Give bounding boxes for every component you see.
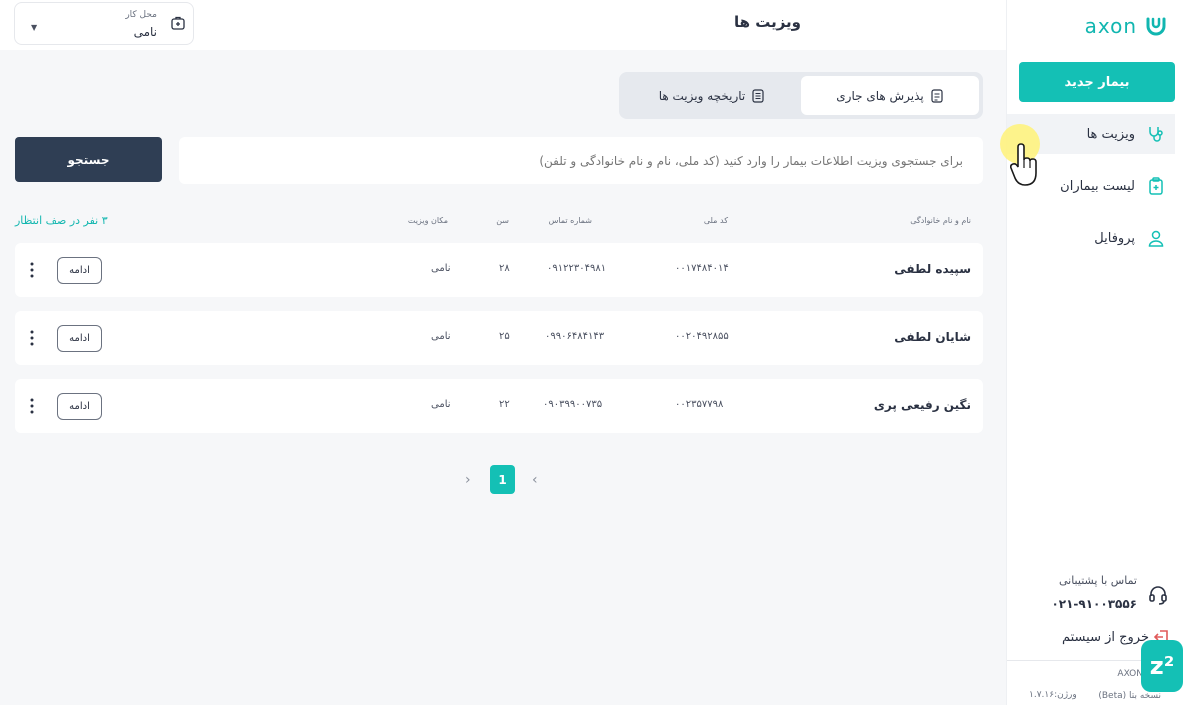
medical-bag-icon — [171, 16, 185, 30]
visit-tabs: پذیرش های جاری تاریخچه ویزیت ها — [619, 72, 983, 119]
list-icon — [752, 88, 764, 103]
page-title: ویزیت ها — [733, 13, 801, 31]
tab-label: پذیرش های جاری — [836, 88, 924, 103]
top-header: ▼ محل کار نامی ویزیت ها — [0, 0, 1006, 50]
national-id: ۰۰۱۷۴۸۴۰۱۴ — [675, 263, 729, 274]
table-row: سپیده لطفی ۰۰۱۷۴۸۴۰۱۴ ۰۹۱۲۲۳۰۴۹۸۱ ۲۸ نام… — [15, 243, 983, 297]
column-header-phone: شماره تماس — [548, 216, 592, 225]
logo-mark-icon — [1146, 17, 1166, 36]
queue-count: ۳ نفر در صف انتظار — [15, 214, 108, 227]
table-row: شایان لطفی ۰۰۲۰۴۹۲۸۵۵ ۰۹۹۰۶۴۸۴۱۴۳ ۲۵ نام… — [15, 311, 983, 365]
workplace-label: محل کار — [125, 10, 157, 20]
more-options-icon[interactable] — [28, 397, 36, 415]
sidebar-item-label: لیست بیماران — [1060, 178, 1135, 194]
visit-location: نامی — [431, 263, 451, 274]
phone-number: ۰۹۹۰۶۴۸۴۱۴۳ — [545, 331, 605, 342]
continue-button[interactable]: ادامه — [57, 325, 102, 352]
age: ۲۸ — [499, 263, 510, 274]
national-id: ۰۰۲۰۴۹۲۸۵۵ — [675, 331, 729, 342]
clipboard-icon — [1149, 177, 1163, 195]
caret-down-icon: ▼ — [31, 23, 38, 32]
table-row: نگین رفیعی پری ۰۰۲۳۵۷۷۹۸ ۰۹۰۳۹۹۰۰۷۳۵ ۲۲ … — [15, 379, 983, 433]
more-options-icon[interactable] — [28, 329, 36, 347]
footer-beta: نسخه بتا (Beta) — [1098, 691, 1161, 701]
next-page-icon[interactable]: › — [465, 472, 471, 488]
national-id: ۰۰۲۳۵۷۷۹۸ — [675, 399, 724, 410]
page-number-current[interactable]: 1 — [490, 465, 515, 494]
sidebar: axon بیمار جدید ویزیت ها لیست بیماران پر… — [1006, 0, 1183, 705]
user-icon — [1148, 230, 1164, 247]
sidebar-item-label: پروفایل — [1094, 230, 1135, 246]
tab-label: تاریخچه ویزیت ها — [658, 88, 746, 103]
support-label: تماس با پشتیبانی — [1058, 574, 1137, 587]
footer-brand: AXON — [1117, 669, 1143, 679]
stethoscope-icon — [1149, 127, 1163, 142]
logo: axon — [1085, 14, 1167, 38]
logo-text: axon — [1084, 14, 1137, 38]
patient-name: شایان لطفی — [894, 330, 971, 344]
more-options-icon[interactable] — [28, 261, 36, 279]
tab-current-admissions[interactable]: پذیرش های جاری — [801, 76, 979, 115]
patient-name: سپیده لطفی — [894, 262, 971, 276]
sidebar-item-label: ویزیت ها — [1086, 126, 1135, 142]
visit-location: نامی — [431, 399, 451, 410]
continue-button[interactable]: ادامه — [57, 257, 102, 284]
new-patient-button[interactable]: بیمار جدید — [1019, 62, 1175, 102]
column-header-name: نام و نام خانوادگی — [910, 216, 971, 225]
workplace-selector[interactable]: ▼ محل کار نامی — [14, 2, 194, 45]
search-input[interactable] — [179, 137, 983, 184]
support-phone: ۰۲۱-۹۱۰۰۳۵۵۶ — [1051, 597, 1137, 611]
patient-name: نگین رفیعی پری — [873, 398, 971, 412]
column-header-location: مکان ویزیت — [407, 216, 448, 225]
workplace-value: نامی — [133, 25, 157, 39]
document-icon — [931, 88, 943, 103]
tab-visit-history[interactable]: تاریخچه ویزیت ها — [623, 76, 801, 115]
sidebar-item-profile[interactable]: پروفایل — [1007, 218, 1175, 258]
column-header-age: سن — [496, 216, 509, 225]
logout-button[interactable]: خروج از سیستم — [1062, 630, 1149, 645]
search-button[interactable]: جستجو — [15, 137, 162, 182]
age: ۲۵ — [499, 331, 510, 342]
age: ۲۲ — [499, 399, 510, 410]
phone-number: ۰۹۱۲۲۳۰۴۹۸۱ — [547, 263, 607, 274]
visit-location: نامی — [431, 331, 451, 342]
hand-cursor-icon — [1010, 143, 1037, 186]
zz-widget[interactable]: z² — [1141, 640, 1183, 692]
column-header-national-id: کد ملی — [703, 216, 728, 225]
footer-version: ورژن:۱.۷.۱۶ — [1029, 690, 1077, 700]
headset-icon — [1149, 586, 1167, 605]
continue-button[interactable]: ادامه — [57, 393, 102, 420]
phone-number: ۰۹۰۳۹۹۰۰۷۳۵ — [543, 399, 603, 410]
prev-page-icon[interactable]: ‹ — [532, 472, 538, 488]
